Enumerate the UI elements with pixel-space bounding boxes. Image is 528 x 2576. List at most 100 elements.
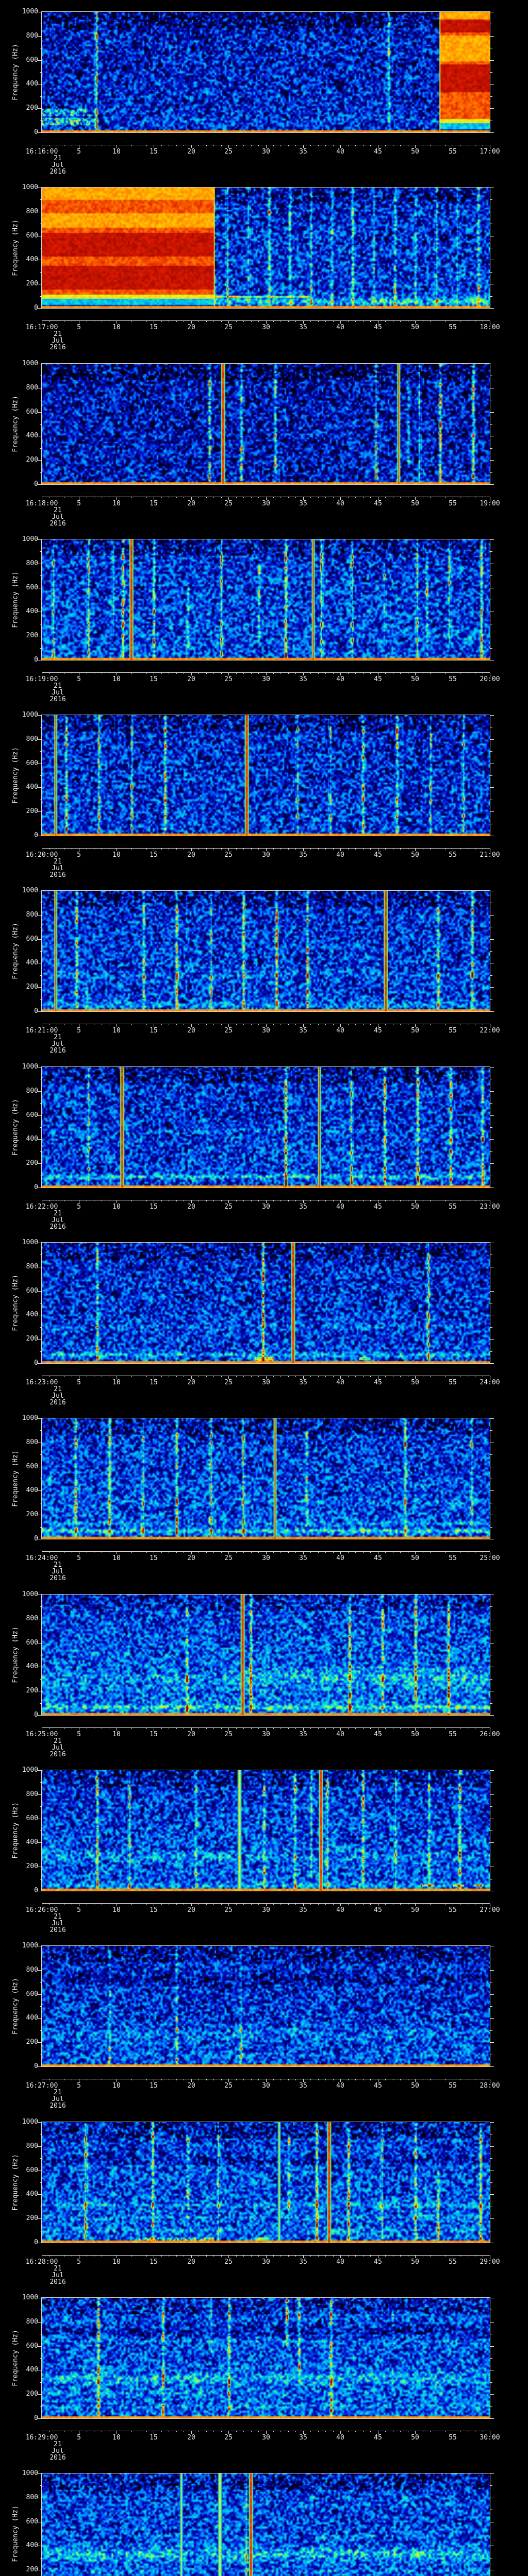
y-tick-label: 200: [26, 2214, 38, 2223]
y-tick-mark: [38, 1842, 42, 1843]
x-tick-mark: [288, 497, 289, 498]
y-tick-label: 1000: [22, 1063, 38, 1071]
x-tick-mark: [221, 1376, 222, 1377]
x-tick-mark: [445, 1904, 446, 1905]
x-tick-mark: [288, 849, 289, 850]
x-tick-mark: [258, 321, 259, 322]
y-minor-tick-mark: [40, 1703, 42, 1704]
x-tick-mark: [430, 497, 431, 498]
x-tick-label: 40: [336, 1203, 344, 1211]
x-tick-mark: [161, 145, 162, 146]
start-time-label: 16:27:00: [25, 2082, 58, 2090]
x-tick-label: 30: [262, 2434, 270, 2442]
x-tick-mark: [49, 1200, 50, 1201]
x-tick-label: 35: [299, 675, 307, 683]
x-tick-mark: [325, 849, 326, 850]
date-label: 2016: [50, 520, 66, 528]
spectrogram-panel: 02004006008001000Frequency (Hz)510152025…: [0, 176, 528, 351]
x-tick-mark: [288, 1904, 289, 1905]
x-tick-mark: [295, 673, 296, 674]
x-tick-label: 15: [150, 2434, 158, 2442]
x-tick-mark: [243, 2079, 244, 2080]
y-minor-tick-mark: [40, 1351, 42, 1352]
y-tick-label: 400: [26, 80, 38, 88]
x-tick-label: 45: [374, 1731, 382, 1738]
x-tick-mark: [310, 673, 311, 674]
x-tick-label: 15: [150, 675, 158, 683]
x-tick-mark: [236, 1904, 237, 1905]
x-tick-mark: [49, 1024, 50, 1025]
x-tick-mark: [258, 1200, 259, 1201]
x-tick-mark: [363, 2431, 364, 2432]
y-tick-mark-right: [490, 1994, 494, 1995]
y-tick-mark-right: [490, 1970, 494, 1971]
x-tick-mark: [49, 1728, 50, 1729]
x-tick-mark: [310, 1200, 311, 1201]
x-tick-mark: [243, 1200, 244, 1201]
x-tick-mark: [131, 2256, 132, 2257]
x-tick-mark: [221, 849, 222, 850]
x-tick-label: 15: [150, 851, 158, 859]
x-tick-mark: [131, 1200, 132, 1201]
x-tick-mark: [370, 145, 371, 146]
y-tick-mark: [38, 2042, 42, 2043]
x-tick-mark: [131, 2079, 132, 2080]
x-tick-label: 5: [77, 1379, 81, 1386]
x-tick-mark: [146, 673, 147, 674]
x-tick-label: 15: [150, 148, 158, 156]
x-tick-mark: [243, 1552, 244, 1553]
x-tick-mark: [213, 1728, 214, 1729]
x-tick-mark: [325, 1552, 326, 1553]
x-tick-mark: [131, 321, 132, 322]
y-minor-tick-mark-right: [490, 551, 492, 552]
y-tick-mark: [38, 1339, 42, 1340]
y-tick-mark: [38, 484, 42, 485]
y-tick-label: 1000: [22, 2294, 38, 2301]
y-tick-label: 800: [26, 31, 38, 40]
spectrogram-heatmap: [41, 539, 490, 660]
y-tick-mark-right: [490, 787, 494, 788]
y-tick-label: 800: [26, 207, 38, 215]
x-tick-label: 30: [262, 324, 270, 331]
x-tick-mark: [213, 1376, 214, 1377]
x-tick-mark: [273, 2431, 274, 2432]
y-tick-label: 1000: [22, 8, 38, 15]
x-tick-label: 45: [374, 1203, 382, 1211]
x-tick-mark: [400, 673, 401, 674]
spectrogram-panel: 02004006008001000Frequency (Hz)510152025…: [0, 2286, 528, 2462]
y-tick-mark-right: [490, 939, 494, 940]
x-tick-mark: [370, 2079, 371, 2080]
x-tick-mark: [318, 1376, 319, 1377]
x-tick-mark: [273, 2256, 274, 2257]
y-minor-tick-mark-right: [490, 2158, 492, 2159]
x-tick-mark: [251, 497, 252, 498]
y-tick-label: 800: [26, 2317, 38, 2326]
x-tick-mark: [161, 1728, 162, 1729]
y-tick-mark: [38, 1011, 42, 1012]
x-tick-label: 25: [224, 851, 233, 859]
x-tick-label: 35: [299, 1906, 307, 1914]
x-tick-mark: [273, 1200, 274, 1201]
x-tick-mark: [213, 1200, 214, 1201]
x-tick-mark: [288, 2431, 289, 2432]
date-label: 2016: [50, 1574, 66, 1582]
x-tick-mark: [236, 1376, 237, 1377]
x-tick-mark: [363, 1024, 364, 1025]
x-tick-mark: [348, 1728, 349, 1729]
x-tick-mark: [161, 849, 162, 850]
x-tick-mark: [333, 673, 334, 674]
x-tick-mark: [348, 1552, 349, 1553]
x-tick-mark: [243, 673, 244, 674]
end-time-label: 23:00: [480, 1203, 500, 1211]
x-tick-mark: [333, 1552, 334, 1553]
x-tick-mark: [206, 1552, 207, 1553]
x-tick-mark: [131, 673, 132, 674]
y-minor-tick-mark-right: [490, 424, 492, 425]
x-tick-mark: [310, 2431, 311, 2432]
x-tick-mark: [385, 1200, 386, 1201]
y-tick-label: 600: [26, 759, 38, 767]
y-tick-label: 800: [26, 2493, 38, 2501]
x-tick-mark: [370, 849, 371, 850]
y-minor-tick-mark: [40, 1127, 42, 1128]
y-minor-tick-mark-right: [490, 448, 492, 449]
